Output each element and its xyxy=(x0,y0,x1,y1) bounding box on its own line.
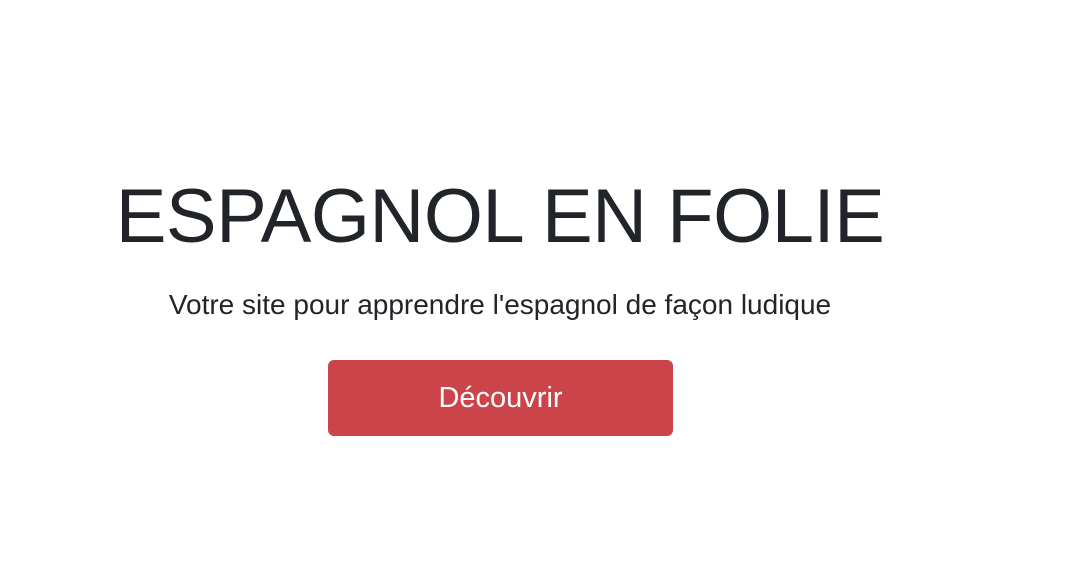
page-title: ESPAGNOL EN FOLIE xyxy=(115,174,885,259)
discover-button[interactable]: Découvrir xyxy=(328,360,673,436)
hero-section: ESPAGNOL EN FOLIE Votre site pour appren… xyxy=(0,0,1000,578)
hero-subtitle: Votre site pour apprendre l'espagnol de … xyxy=(168,289,832,320)
